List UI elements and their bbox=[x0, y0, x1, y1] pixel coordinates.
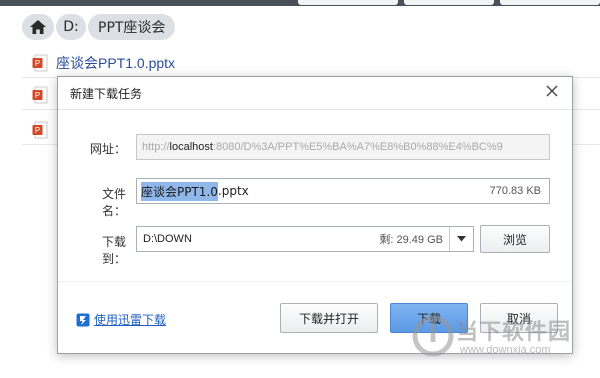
cancel-button[interactable]: 取消 bbox=[480, 303, 558, 333]
window-top-strip bbox=[0, 0, 600, 6]
browse-button[interactable]: 浏览 bbox=[480, 225, 550, 253]
url-prefix: http:// bbox=[142, 141, 170, 153]
download-button[interactable]: 下载 bbox=[390, 303, 468, 333]
breadcrumb-home[interactable] bbox=[22, 14, 54, 40]
file-name: 座谈会PPT1.0.pptx bbox=[56, 54, 176, 71]
new-download-dialog: 新建下载任务 网址： http://localhost:8080/D%3A/PP… bbox=[57, 76, 573, 354]
url-label: 网址： bbox=[89, 142, 126, 156]
ppt-file-icon: P bbox=[32, 86, 48, 103]
saveto-label: 下载到： bbox=[101, 235, 126, 266]
ppt-file-icon: P bbox=[32, 121, 48, 138]
url-field[interactable]: http://localhost:8080/D%3A/PPT%E5%BA%A7%… bbox=[136, 134, 550, 160]
svg-text:P: P bbox=[35, 91, 40, 100]
caret-down-icon bbox=[457, 236, 466, 242]
ppt-file-icon: P bbox=[32, 54, 48, 71]
filename-extension: .pptx bbox=[217, 184, 249, 198]
filename-label: 文件名： bbox=[101, 187, 126, 218]
filename-input[interactable]: 座谈会PPT1.0 .pptx 770.83 KB bbox=[136, 178, 550, 204]
filename-selected-text: 座谈会PPT1.0 bbox=[141, 181, 218, 201]
top-tab[interactable] bbox=[500, 0, 600, 5]
breadcrumb-folder[interactable]: PPT座谈会 bbox=[88, 14, 176, 40]
free-space: 剩: 29.49 GB bbox=[379, 234, 443, 246]
list-item[interactable]: P 座谈会PPT1.0.pptx bbox=[22, 48, 600, 78]
download-and-open-button[interactable]: 下载并打开 bbox=[280, 303, 378, 333]
breadcrumb-drive[interactable]: D: bbox=[56, 14, 86, 40]
url-rest: :8080/D%3A/PPT%E5%BA%A7%E8%B0%88%E4%BC%9 bbox=[212, 141, 503, 153]
breadcrumb: D: PPT座谈会 bbox=[22, 14, 176, 42]
dialog-divider bbox=[58, 109, 572, 110]
path-dropdown-button[interactable] bbox=[449, 227, 473, 251]
footer-divider bbox=[58, 281, 572, 282]
top-tab[interactable] bbox=[404, 0, 494, 5]
svg-text:P: P bbox=[35, 59, 40, 68]
top-tab[interactable] bbox=[298, 0, 398, 5]
file-size: 770.83 KB bbox=[489, 185, 541, 197]
close-icon[interactable] bbox=[544, 83, 560, 99]
home-icon bbox=[30, 20, 46, 34]
thunder-link[interactable]: 使用迅雷下载 bbox=[94, 311, 166, 328]
url-host: localhost bbox=[169, 141, 213, 153]
thunder-download-option[interactable]: 使用迅雷下载 bbox=[76, 311, 166, 328]
save-path: D:\DOWN bbox=[143, 233, 192, 245]
thunder-icon bbox=[76, 313, 90, 326]
dialog-title: 新建下载任务 bbox=[70, 87, 143, 101]
svg-text:P: P bbox=[35, 126, 40, 135]
save-path-select[interactable]: D:\DOWN 剩: 29.49 GB bbox=[136, 226, 474, 252]
